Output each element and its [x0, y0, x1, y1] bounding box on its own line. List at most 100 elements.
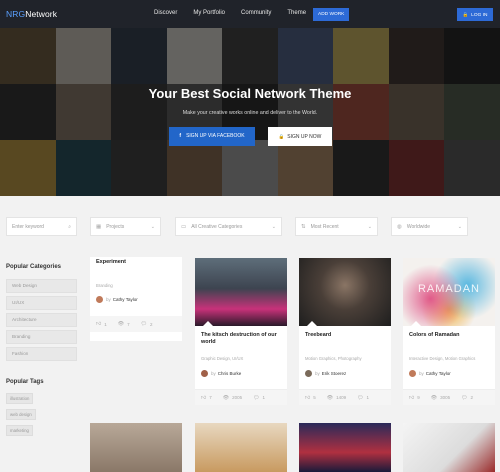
- categories-label: All Creative Categories: [191, 223, 243, 230]
- category-ui-ux[interactable]: UI/UX: [6, 296, 77, 310]
- logo-prefix: NRG: [6, 9, 26, 19]
- facebook-signup-button[interactable]: f SIGN UP VIA FACEBOOK: [169, 127, 255, 146]
- card-title[interactable]: Treebeard: [305, 332, 387, 339]
- projects-select[interactable]: ▦ Projects ⌄: [90, 217, 161, 236]
- chevron-down-icon: ⌄: [457, 224, 462, 230]
- hero-banner: Your Best Social Network Theme Make your…: [0, 28, 500, 196]
- comments-stat[interactable]: 💬︎ 2: [461, 395, 473, 401]
- card-author[interactable]: by Chris Burke: [201, 370, 241, 377]
- sort-icon: ⇅: [301, 223, 306, 230]
- likes-stat[interactable]: 👍︎ 5: [305, 395, 316, 401]
- by-label: by: [106, 297, 111, 302]
- lock-icon: 🔒: [278, 134, 285, 139]
- card-title[interactable]: Colors of Ramadan: [409, 332, 491, 339]
- project-card[interactable]: The kitsch destruction of our world Grap…: [195, 258, 287, 405]
- grid-icon: ▦: [96, 223, 102, 230]
- category-web-design[interactable]: Web Design: [6, 279, 77, 293]
- project-image[interactable]: [195, 258, 287, 326]
- project-image[interactable]: [299, 258, 391, 326]
- signup-label: SIGN UP NOW: [287, 134, 322, 140]
- card-stats: 👍︎ 9 👁︎ 3005 💬︎ 2: [403, 389, 495, 405]
- globe-icon: ◍: [397, 223, 402, 230]
- project-image[interactable]: [299, 423, 391, 472]
- sort-select[interactable]: ⇅ Most Recent ⌄: [295, 217, 378, 236]
- comment-icon: 💬︎: [461, 394, 468, 401]
- likes-stat[interactable]: 👍︎ 9: [409, 395, 420, 401]
- by-label: by: [211, 371, 216, 376]
- chevron-down-icon: ⌄: [271, 224, 276, 230]
- site-logo[interactable]: NRGNetwork: [6, 9, 57, 19]
- eye-icon: 👁︎: [222, 394, 230, 401]
- popular-tags-heading: Popular Tags: [6, 379, 44, 385]
- logo-main: Network: [25, 9, 58, 19]
- likes-count: 1: [104, 321, 107, 327]
- by-label: by: [315, 371, 320, 376]
- author-name: Cathy Taylor: [425, 371, 451, 376]
- nav-community[interactable]: Community: [241, 10, 271, 16]
- region-label: Worldwide: [406, 223, 431, 230]
- category-branding[interactable]: Branding: [6, 330, 77, 344]
- card-title[interactable]: Experiment: [96, 259, 126, 265]
- card-stats: 👍︎ 1 👁︎ 7 💬︎ 2: [90, 316, 182, 332]
- project-image[interactable]: [90, 423, 182, 472]
- views-count: 1409: [336, 395, 347, 400]
- comments-count: 1: [366, 395, 369, 400]
- comments-stat[interactable]: 💬︎ 1: [253, 395, 265, 401]
- card-author[interactable]: by Cathy Taylor: [96, 296, 138, 303]
- nav-theme[interactable]: Theme: [287, 10, 306, 16]
- tag-marketing[interactable]: marketing: [6, 425, 33, 436]
- signup-button[interactable]: 🔒 SIGN UP NOW: [268, 127, 332, 146]
- category-fashion[interactable]: Fashion: [6, 347, 77, 361]
- card-notch: [307, 321, 317, 326]
- ramadan-overlay-text: RAMADAN: [417, 283, 480, 295]
- project-image[interactable]: RAMADAN: [403, 258, 495, 326]
- comments-count: 2: [149, 321, 153, 327]
- likes-count: 9: [417, 395, 420, 400]
- card-author[interactable]: by Cathy Taylor: [409, 370, 451, 377]
- categories-select[interactable]: ▭ All Creative Categories ⌄: [175, 217, 282, 236]
- card-notch: [411, 321, 421, 326]
- region-select[interactable]: ◍ Worldwide ⌄: [391, 217, 468, 236]
- keyword-search[interactable]: Enter keyword ⌕: [6, 217, 77, 236]
- tag-illustration[interactable]: illustration: [6, 393, 34, 404]
- comments-stat[interactable]: 💬︎ 2: [141, 321, 153, 327]
- author-name: Chris Burke: [217, 371, 242, 376]
- nav-links: Discover My Portfolio Community Theme: [154, 10, 322, 16]
- search-icon: ⌕: [68, 224, 71, 230]
- nav-my-portfolio[interactable]: My Portfolio: [193, 10, 225, 16]
- eye-icon: 👁︎: [430, 394, 438, 401]
- project-image[interactable]: [403, 423, 495, 472]
- add-work-button[interactable]: ADD WORK: [313, 8, 350, 21]
- avatar: [409, 370, 416, 377]
- author-name: Erik Stoerez: [321, 371, 347, 376]
- login-label: LOG IN: [471, 13, 488, 18]
- views-stat: 👁︎ 3005: [431, 395, 450, 401]
- eye-icon: 👁︎: [117, 321, 125, 327]
- card-author[interactable]: by Erik Stoerez: [305, 370, 346, 377]
- projects-label: Projects: [106, 223, 125, 230]
- eye-icon: 👁︎: [326, 394, 334, 401]
- project-card[interactable]: RAMADAN Colors of Ramadan Interactive De…: [403, 258, 495, 405]
- top-navbar: NRGNetwork Discover My Portfolio Communi…: [0, 0, 500, 28]
- card-category: Graphic Design, UI/UX: [201, 356, 244, 361]
- project-image[interactable]: [195, 423, 287, 472]
- category-architecture[interactable]: Architecture: [6, 313, 77, 327]
- card-category: Motion Graphics, Photography: [305, 356, 362, 361]
- comment-icon: 💬︎: [140, 321, 147, 327]
- facebook-icon: f: [179, 133, 182, 139]
- chevron-down-icon: ⌄: [367, 224, 372, 230]
- keyword-placeholder: Enter keyword: [12, 223, 44, 230]
- likes-stat[interactable]: 👍︎ 1: [96, 321, 107, 327]
- comment-icon: 💬︎: [357, 394, 364, 401]
- project-card[interactable]: Treebeard Motion Graphics, Photography b…: [299, 258, 391, 405]
- tag-web-design[interactable]: web design: [6, 409, 36, 420]
- avatar: [201, 370, 208, 377]
- card-category: Interactive Design, Motion Graphics: [409, 356, 476, 361]
- comments-stat[interactable]: 💬︎ 1: [357, 395, 369, 401]
- views-stat: 👁︎ 1409: [327, 395, 346, 401]
- login-button[interactable]: 🔒 LOG IN: [457, 8, 493, 21]
- likes-stat[interactable]: 👍︎ 7: [201, 395, 212, 401]
- project-card-experiment[interactable]: Experiment Branding by Cathy Taylor 👍︎ 1 …: [90, 257, 182, 341]
- nav-discover[interactable]: Discover: [154, 10, 177, 16]
- card-title[interactable]: The kitsch destruction of our world: [201, 332, 283, 346]
